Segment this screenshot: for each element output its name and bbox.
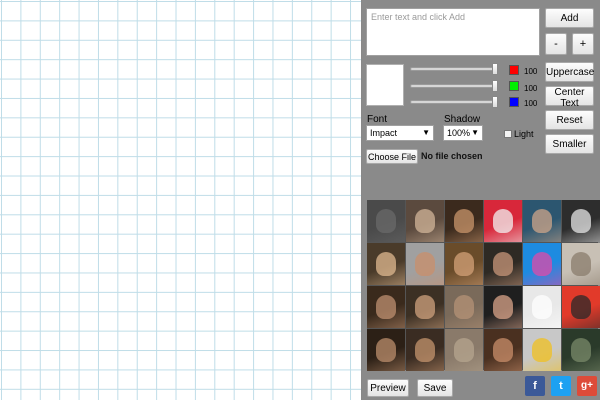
chevron-down-icon: ▼ [471, 128, 479, 137]
thumbnail-figure [532, 295, 552, 319]
template-thumbnail[interactable] [523, 243, 561, 285]
template-thumbnail[interactable] [445, 329, 483, 371]
thumbnail-figure [415, 338, 435, 362]
preview-button[interactable]: Preview [367, 379, 409, 397]
twitter-icon[interactable]: t [551, 376, 571, 396]
thumbnail-figure [571, 338, 591, 362]
red-slider[interactable] [410, 63, 498, 75]
thumbnail-figure [532, 209, 552, 233]
uppercase-button[interactable]: Uppercase [545, 62, 594, 82]
template-thumbnail[interactable] [484, 286, 522, 328]
add-button[interactable]: Add [545, 8, 594, 28]
template-gallery [367, 200, 600, 371]
reset-button[interactable]: Reset [545, 110, 594, 130]
shadow-label: Shadow [444, 114, 481, 125]
thumbnail-figure [493, 338, 513, 362]
thumbnail-figure [493, 209, 513, 233]
light-label: Light [514, 129, 534, 139]
template-thumbnail[interactable] [484, 200, 522, 242]
template-thumbnail[interactable] [367, 329, 405, 371]
template-thumbnail[interactable] [562, 200, 600, 242]
red-swatch [509, 65, 519, 75]
chevron-down-icon: ▼ [422, 128, 430, 137]
thumbnail-figure [376, 252, 396, 276]
template-thumbnail[interactable] [445, 200, 483, 242]
smaller-button[interactable]: Smaller [545, 134, 594, 154]
meme-canvas[interactable] [0, 0, 362, 400]
template-thumbnail[interactable] [367, 200, 405, 242]
thumbnail-figure [493, 295, 513, 319]
thumbnail-figure [376, 338, 396, 362]
template-thumbnail[interactable] [406, 200, 444, 242]
light-checkbox[interactable] [504, 130, 512, 138]
thumbnail-figure [454, 295, 474, 319]
template-thumbnail[interactable] [484, 243, 522, 285]
thumbnail-figure [376, 209, 396, 233]
template-thumbnail[interactable] [562, 329, 600, 371]
thumbnail-figure [571, 295, 591, 319]
text-color-preview [366, 64, 404, 106]
thumbnail-figure [454, 252, 474, 276]
green-swatch [509, 81, 519, 91]
facebook-icon[interactable]: f [525, 376, 545, 396]
google-plus-icon[interactable]: g+ [577, 376, 597, 396]
caption-text-input[interactable] [366, 8, 540, 56]
editor-panel: Add - + 100 100 100 Uppercase Center Tex… [362, 0, 600, 400]
template-thumbnail[interactable] [523, 329, 561, 371]
green-slider[interactable] [410, 80, 498, 92]
green-slider-handle[interactable] [492, 80, 498, 92]
thumbnail-figure [571, 209, 591, 233]
blue-swatch [509, 97, 519, 107]
thumbnail-figure [532, 252, 552, 276]
thumbnail-figure [415, 252, 435, 276]
thumbnail-figure [376, 295, 396, 319]
template-thumbnail[interactable] [562, 286, 600, 328]
font-select[interactable]: Impact ▼ [366, 125, 434, 141]
increase-size-button[interactable]: + [572, 33, 594, 55]
template-thumbnail[interactable] [367, 243, 405, 285]
template-thumbnail[interactable] [406, 243, 444, 285]
template-thumbnail[interactable] [406, 286, 444, 328]
template-thumbnail[interactable] [367, 286, 405, 328]
blue-slider[interactable] [410, 96, 498, 108]
thumbnail-figure [454, 209, 474, 233]
thumbnail-figure [415, 295, 435, 319]
shadow-select[interactable]: 100% ▼ [443, 125, 483, 141]
thumbnail-figure [571, 252, 591, 276]
template-thumbnail[interactable] [523, 200, 561, 242]
green-value: 100 [524, 84, 538, 93]
template-thumbnail[interactable] [562, 243, 600, 285]
thumbnail-figure [415, 209, 435, 233]
blue-value: 100 [524, 99, 538, 108]
blue-slider-handle[interactable] [492, 96, 498, 108]
decrease-size-button[interactable]: - [545, 33, 567, 55]
font-label: Font [367, 114, 388, 125]
template-thumbnail[interactable] [445, 243, 483, 285]
red-slider-handle[interactable] [492, 63, 498, 75]
save-button[interactable]: Save [417, 379, 453, 397]
red-value: 100 [524, 67, 538, 76]
template-thumbnail[interactable] [484, 329, 522, 371]
font-select-value: Impact [370, 128, 398, 138]
thumbnail-figure [493, 252, 513, 276]
template-thumbnail[interactable] [445, 286, 483, 328]
shadow-select-value: 100% [447, 128, 471, 138]
thumbnail-figure [454, 338, 474, 362]
file-status: No file chosen [421, 151, 483, 161]
thumbnail-figure [532, 338, 552, 362]
choose-file-button[interactable]: Choose File [366, 149, 418, 164]
template-thumbnail[interactable] [523, 286, 561, 328]
center-text-button[interactable]: Center Text [545, 86, 594, 109]
template-thumbnail[interactable] [406, 329, 444, 371]
